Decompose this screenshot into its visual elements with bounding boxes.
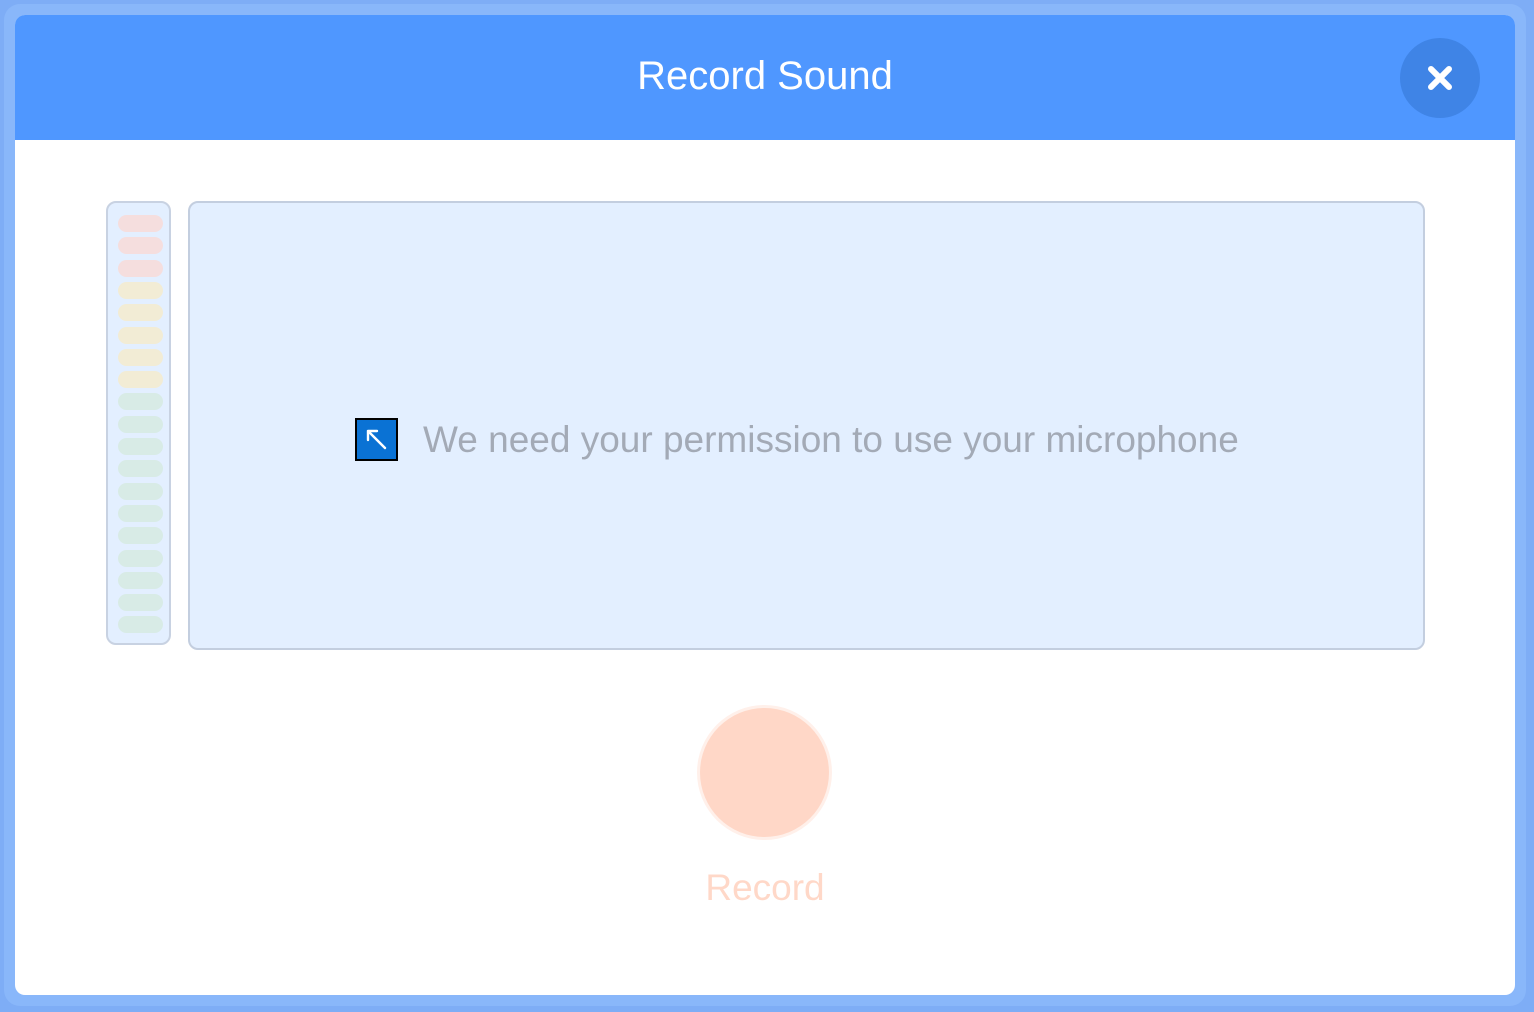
record-button[interactable] <box>700 708 829 837</box>
record-label: Record <box>705 867 825 908</box>
meter-bar <box>118 259 163 277</box>
meter-bar <box>118 616 163 634</box>
audio-level-meter <box>106 201 171 645</box>
meter-bar <box>118 393 163 411</box>
meter-bar <box>118 460 163 478</box>
record-sound-dialog: Record Sound We need your permission to … <box>15 15 1515 995</box>
permission-message: We need your permission to use your micr… <box>423 419 1239 460</box>
meter-bar <box>118 571 163 589</box>
meter-bar <box>118 438 163 455</box>
dialog-header: Record Sound <box>15 15 1515 140</box>
meter-bar <box>118 527 163 545</box>
meter-bar <box>118 594 163 612</box>
meter-bar <box>118 304 163 322</box>
meter-bar <box>118 415 163 433</box>
meter-bar <box>118 237 163 255</box>
close-button[interactable] <box>1400 38 1480 118</box>
meter-bar <box>118 504 163 522</box>
meter-bar <box>118 482 163 500</box>
meter-bar <box>118 549 163 567</box>
meter-bar <box>118 215 163 232</box>
arrow-up-left-icon <box>355 418 398 461</box>
dialog-title: Record Sound <box>637 54 893 98</box>
meter-bar <box>118 326 163 344</box>
meter-bar <box>118 348 163 366</box>
meter-bar <box>118 281 163 299</box>
close-icon <box>1428 66 1452 90</box>
meter-bar <box>118 371 163 389</box>
